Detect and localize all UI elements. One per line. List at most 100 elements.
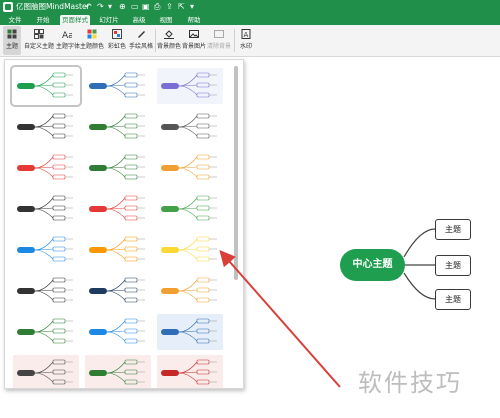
branch-line (403, 272, 436, 300)
theme-thumbnail[interactable] (157, 314, 223, 350)
theme-preview-graphic (161, 72, 217, 98)
theme-thumbnail[interactable] (13, 355, 79, 388)
menu-tab-help[interactable]: 帮助 (183, 15, 205, 25)
theme-thumbnail[interactable] (157, 191, 223, 227)
theme-preview-graphic (161, 154, 217, 180)
theme-thumbnail[interactable] (85, 273, 151, 309)
new-icon[interactable]: ⊕ (119, 1, 126, 13)
theme-preview-graphic (17, 154, 73, 180)
custom-theme-button[interactable]: 自定义主题 (23, 26, 55, 55)
theme-thumbnail[interactable] (157, 232, 223, 268)
theme-thumbnail[interactable] (85, 355, 151, 388)
theme-thumbnail[interactable] (13, 109, 79, 145)
watermark-icon: A (241, 29, 251, 39)
theme-preview-graphic (17, 72, 73, 98)
theme-preview-graphic (89, 195, 145, 221)
theme-thumbnail[interactable] (85, 68, 151, 104)
open-icon[interactable]: ▭ (131, 1, 139, 13)
ribbon-toolbar: 主题 自定义主题 Aa 主题字体 主题颜色 彩虹色 手绘风格 背景颜色 背景图片… (0, 25, 500, 57)
theme-preview-graphic (161, 113, 217, 139)
theme-thumbnail[interactable] (157, 273, 223, 309)
theme-thumbnail[interactable] (157, 150, 223, 186)
theme-thumbnail[interactable] (13, 150, 79, 186)
menu-tab-advanced[interactable]: 高级 (128, 15, 150, 25)
watermark-text: 软件技巧 (358, 369, 462, 397)
hand-drawn-label: 手绘风格 (129, 43, 154, 50)
palette-icon (87, 29, 97, 39)
theme-color-button[interactable]: 主题颜色 (80, 26, 104, 55)
watermark-button[interactable]: A 水印 (237, 26, 255, 55)
menu-tab-page-style[interactable]: 页面样式 (60, 15, 90, 25)
subtopic[interactable]: 主题 (435, 255, 471, 276)
theme-preview-graphic (17, 277, 73, 303)
ribbon-separator (234, 29, 235, 52)
scrollbar-thumb[interactable] (234, 66, 238, 280)
theme-preview-graphic (89, 277, 145, 303)
app-title: 亿图脑图MindMaster (16, 2, 90, 11)
theme-preview-graphic (161, 236, 217, 262)
theme-thumbnail[interactable] (13, 191, 79, 227)
theme-preview-graphic (89, 154, 145, 180)
custom-theme-icon (34, 29, 44, 39)
theme-preview-graphic (89, 72, 145, 98)
share-icon[interactable]: ⇱ (178, 1, 185, 13)
rainbow-label: 彩虹色 (107, 43, 126, 50)
menu-tab-view[interactable]: 视图 (155, 15, 177, 25)
rainbow-button[interactable]: 彩虹色 (106, 26, 128, 55)
menu-tab-slideshow[interactable]: 幻灯片 (96, 15, 122, 25)
clear-image-icon (214, 30, 224, 38)
central-topic[interactable]: 中心主题 (340, 249, 405, 281)
theme-font-label: 主题字体 (56, 43, 81, 50)
theme-thumbnail[interactable] (157, 109, 223, 145)
rainbow-icon (112, 29, 122, 39)
background-color-label: 背景颜色 (157, 43, 182, 50)
menu-bar: 文件 开始 页面样式 幻灯片 高级 视图 帮助 (0, 14, 500, 25)
save-icon[interactable]: ▣ (142, 1, 150, 13)
theme-preview-graphic (17, 236, 73, 262)
theme-color-label: 主题颜色 (80, 43, 105, 50)
hand-drawn-button[interactable]: 手绘风格 (129, 26, 153, 55)
menu-tab-home[interactable]: 开始 (32, 15, 54, 25)
theme-preview-graphic (161, 277, 217, 303)
theme-preview-graphic (17, 113, 73, 139)
print-icon[interactable]: ⎙ (154, 1, 160, 13)
theme-label: 主题 (5, 43, 18, 50)
theme-preview-graphic (89, 318, 145, 344)
theme-thumbnail[interactable] (85, 150, 151, 186)
theme-font-button[interactable]: Aa 主题字体 (56, 26, 81, 55)
undo-icon[interactable]: ↶ (85, 1, 92, 13)
svg-text:A: A (244, 31, 249, 39)
export-icon[interactable]: ⇪ (166, 1, 173, 13)
redo-icon[interactable]: ↷ (97, 1, 104, 13)
background-image-button[interactable]: 背景图片 (182, 26, 206, 55)
ribbon-separator (155, 29, 156, 52)
subtopic[interactable]: 主题 (435, 289, 471, 310)
pen-icon (138, 31, 145, 38)
font-icon: Aa (62, 31, 72, 39)
clear-background-button[interactable]: 清除背景 (207, 26, 231, 55)
theme-thumbnail[interactable] (13, 273, 79, 309)
theme-button[interactable]: 主题 (3, 26, 21, 55)
background-image-label: 背景图片 (182, 43, 207, 50)
theme-thumbnail[interactable] (85, 314, 151, 350)
theme-gallery-panel (4, 59, 244, 389)
theme-thumbnail[interactable] (85, 191, 151, 227)
paint-bucket-icon (164, 30, 174, 39)
dropdown-arrow-icon[interactable]: ▾ (108, 1, 112, 13)
theme-thumbnail[interactable] (85, 232, 151, 268)
subtopic[interactable]: 主题 (435, 219, 471, 240)
menu-tab-file[interactable]: 文件 (4, 15, 26, 25)
theme-thumbnail[interactable] (10, 65, 82, 107)
theme-thumbnail[interactable] (13, 314, 79, 350)
more-icon[interactable]: ▾ (190, 1, 194, 13)
theme-preview-graphic (17, 318, 73, 344)
scrollbar[interactable] (233, 64, 239, 386)
theme-thumbnail[interactable] (13, 232, 79, 268)
mindmaster-logo (3, 2, 13, 12)
canvas[interactable]: 中心主题 主题 主题 主题 软件技巧 (0, 57, 500, 418)
theme-thumbnail[interactable] (85, 109, 151, 145)
theme-thumbnail[interactable] (157, 68, 223, 104)
theme-thumbnail[interactable] (157, 355, 223, 388)
title-bar: 亿图脑图MindMaster ↶ ↷ ▾ ⊕ ▭ ▣ ⎙ ⇪ ⇱ ▾ (0, 0, 500, 14)
background-color-button[interactable]: 背景颜色 (157, 26, 181, 55)
